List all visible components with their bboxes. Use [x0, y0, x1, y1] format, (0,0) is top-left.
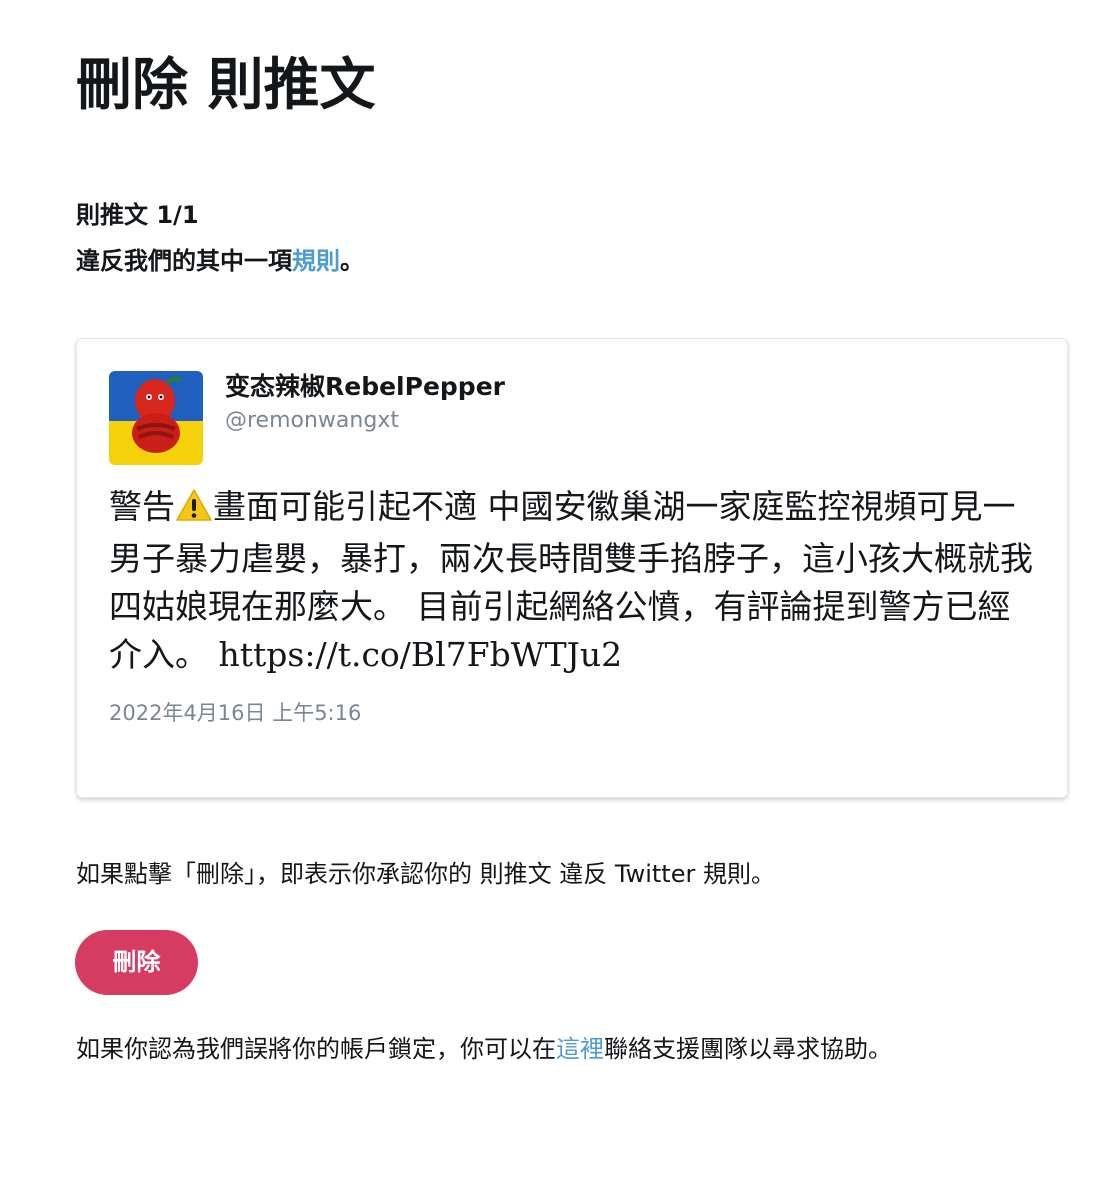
delete-confirmation-text: 如果點擊「刪除」，即表示你承認你的 則推文 違反 Twitter 規則。 [76, 860, 775, 888]
warning-icon [175, 487, 213, 535]
display-name[interactable]: 变态辣椒RebelPepper [225, 369, 505, 405]
tweet-count: 則推文 1/1 [76, 201, 199, 229]
support-notice: 如果你認為我們誤將你的帳戶鎖定，你可以在這裡聯絡支援團隊以尋求協助。 [76, 1031, 892, 1067]
tweet-card: 变态辣椒RebelPepper @remonwangxt 警告 畫面可能引起不適 … [76, 338, 1068, 798]
avatar [109, 371, 203, 465]
tweet-timestamp: 2022年4月16日 上午5:16 [109, 701, 362, 725]
support-link[interactable]: 這裡 [556, 1035, 604, 1063]
support-suffix: 聯絡支援團隊以尋求協助。 [604, 1035, 892, 1063]
violation-prefix: 違反我們的其中一項 [76, 247, 292, 275]
violation-suffix: 。 [340, 247, 364, 275]
locked-account-page: 刪除 則推文 則推文 1/1 違反我們的其中一項規則。 变态辣椒RebelPep… [0, 0, 1116, 1200]
page-title: 刪除 則推文 [76, 53, 376, 118]
avatar-image [109, 371, 203, 465]
violation-notice: 違反我們的其中一項規則。 [76, 243, 364, 279]
support-prefix: 如果你認為我們誤將你的帳戶鎖定，你可以在 [76, 1035, 556, 1063]
rules-link[interactable]: 規則 [292, 247, 340, 275]
tweet-text: 警告 畫面可能引起不適 中國安徽巢湖一家庭監控視頻可見一男子暴力虐嬰，暴打，兩次長… [109, 483, 1039, 679]
tweet-url-link[interactable]: https://t.co/Bl7FbWTJu2 [219, 635, 623, 674]
user-handle[interactable]: @remonwangxt [225, 405, 399, 437]
delete-button[interactable]: 刪除 [75, 930, 198, 995]
tweet-text-prefix: 警告 [109, 487, 175, 526]
